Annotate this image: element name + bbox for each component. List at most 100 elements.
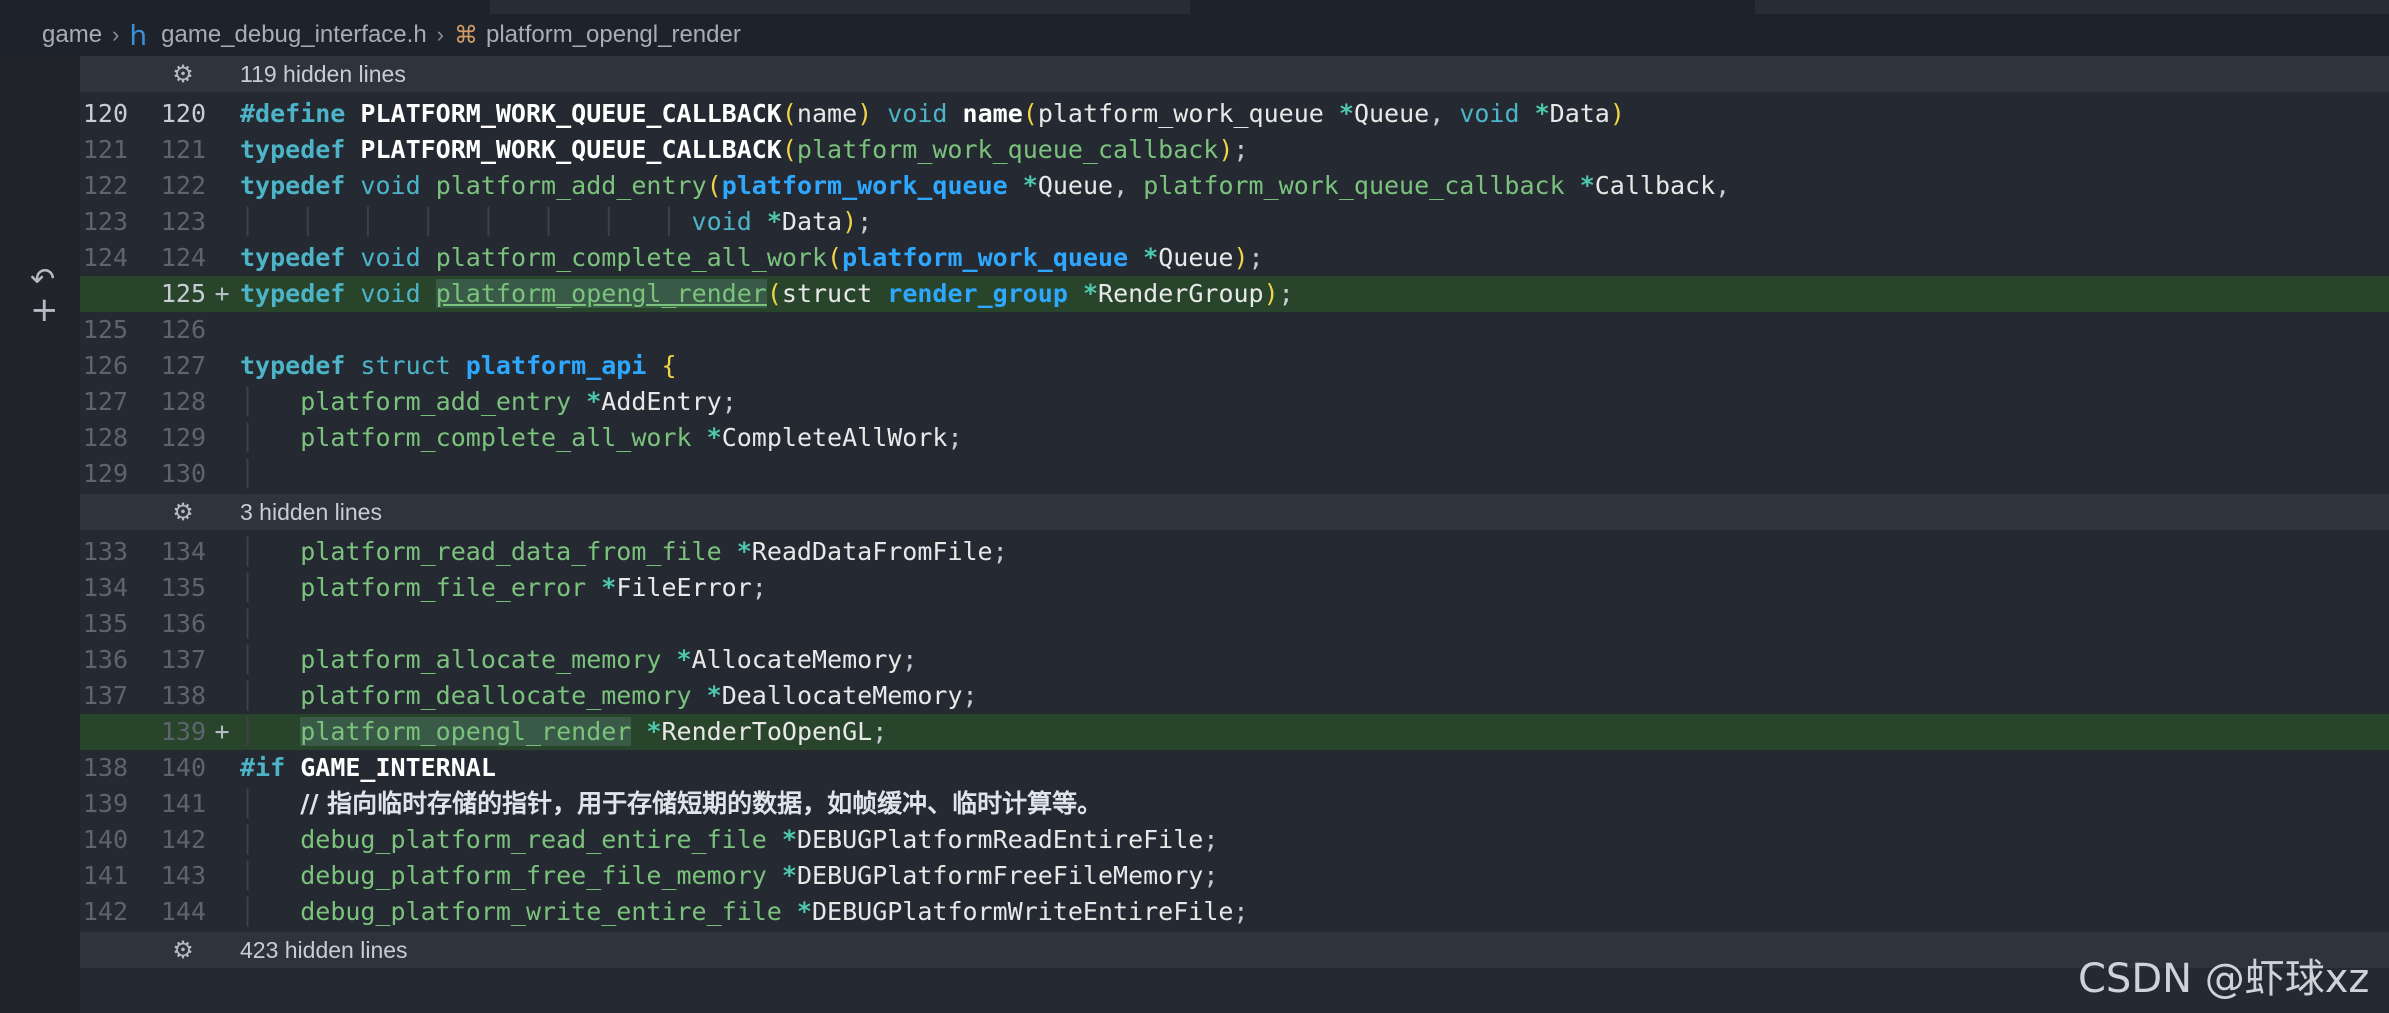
code-line[interactable]: 140 142 │ debug_platform_read_entire_fil…: [80, 822, 2389, 858]
code-line[interactable]: 125 126: [80, 312, 2389, 348]
modified-line-number: 136: [160, 609, 206, 638]
code-text[interactable]: #define PLATFORM_WORK_QUEUE_CALLBACK(nam…: [240, 96, 1625, 132]
code-text[interactable]: │ │ │ │ │ │ │ │ void *Data);: [240, 204, 872, 240]
modified-line-number: 126: [160, 315, 206, 344]
code-line[interactable]: 139 141 │ // 指向临时存储的指针，用于存储短期的数据，如帧缓冲、临时…: [80, 786, 2389, 822]
code-line[interactable]: 138 140 #if GAME_INTERNAL: [80, 750, 2389, 786]
add-change-icon[interactable]: +: [30, 290, 59, 330]
original-line-number: 126: [82, 351, 128, 380]
code-line[interactable]: 124 124 typedef void platform_complete_a…: [80, 240, 2389, 276]
original-line-number: 120: [82, 99, 128, 128]
added-marker: +: [214, 717, 230, 746]
code-text[interactable]: │ platform_complete_all_work *CompleteAl…: [240, 420, 963, 456]
hidden-lines-fold[interactable]: ⚙ 3 hidden lines: [80, 494, 2389, 530]
original-line-number: [80, 714, 128, 750]
original-line-number: 135: [82, 609, 128, 638]
code-text[interactable]: │ platform_read_data_from_file *ReadData…: [240, 534, 1008, 570]
code-text[interactable]: │ debug_platform_write_entire_file *DEBU…: [240, 894, 1248, 930]
modified-line-number: 137: [160, 645, 206, 674]
breadcrumb-root[interactable]: game: [42, 21, 102, 49]
code-line[interactable]: 135 136 │: [80, 606, 2389, 642]
original-line-number: 122: [82, 171, 128, 200]
code-text[interactable]: │: [240, 606, 255, 642]
modified-line-number: 129: [160, 423, 206, 452]
original-line-number: 134: [82, 573, 128, 602]
original-line-number: 124: [82, 243, 128, 272]
breadcrumb: game › h game_debug_interface.h › ⌘ plat…: [0, 14, 2389, 56]
code-line[interactable]: 137 138 │ platform_deallocate_memory *De…: [80, 678, 2389, 714]
code-text[interactable]: │ debug_platform_free_file_memory *DEBUG…: [240, 858, 1218, 894]
symbol-method-icon: ⌘: [454, 21, 478, 49]
modified-line-number: 120: [160, 99, 206, 128]
original-line-number: 141: [82, 861, 128, 890]
code-line[interactable]: 134 135 │ platform_file_error *FileError…: [80, 570, 2389, 606]
code-line[interactable]: 126 127 typedef struct platform_api {: [80, 348, 2389, 384]
fold-expand-icon[interactable]: ⚙: [168, 494, 198, 530]
code-text[interactable]: typedef PLATFORM_WORK_QUEUE_CALLBACK(pla…: [240, 132, 1248, 168]
code-line[interactable]: 141 143 │ debug_platform_free_file_memor…: [80, 858, 2389, 894]
modified-line-number: 125: [160, 279, 206, 308]
modified-line-number: 123: [160, 207, 206, 236]
breadcrumb-file[interactable]: game_debug_interface.h: [161, 21, 427, 49]
modified-line-number: 127: [160, 351, 206, 380]
code-text[interactable]: typedef void platform_add_entry(platform…: [240, 168, 1730, 204]
modified-line-number: 135: [160, 573, 206, 602]
code-line[interactable]: 122 122 typedef void platform_add_entry(…: [80, 168, 2389, 204]
original-line-number: 133: [82, 537, 128, 566]
code-text[interactable]: │ debug_platform_read_entire_file *DEBUG…: [240, 822, 1218, 858]
code-text[interactable]: │ platform_opengl_render *RenderToOpenGL…: [240, 714, 887, 750]
code-line[interactable]: 121 121 typedef PLATFORM_WORK_QUEUE_CALL…: [80, 132, 2389, 168]
added-marker: +: [214, 279, 230, 308]
fold-expand-icon[interactable]: ⚙: [168, 932, 198, 968]
code-text[interactable]: │ platform_allocate_memory *AllocateMemo…: [240, 642, 917, 678]
breadcrumb-symbol[interactable]: platform_opengl_render: [486, 21, 741, 49]
added-code-line[interactable]: 125 + typedef void platform_opengl_rende…: [80, 276, 2389, 312]
code-text[interactable]: │: [240, 456, 255, 492]
chevron-right-icon: ›: [112, 22, 120, 47]
code-text[interactable]: #if GAME_INTERNAL: [240, 750, 496, 786]
header-file-icon: h: [129, 18, 148, 52]
chevron-right-icon: ›: [436, 22, 444, 47]
code-text[interactable]: typedef struct platform_api {: [240, 348, 677, 384]
added-code-line[interactable]: 139 + │ platform_opengl_render *RenderTo…: [80, 714, 2389, 750]
code-text[interactable]: typedef void platform_opengl_render(stru…: [240, 276, 1294, 312]
code-text[interactable]: typedef void platform_complete_all_work(…: [240, 240, 1264, 276]
code-line[interactable]: 120 120 #define PLATFORM_WORK_QUEUE_CALL…: [80, 96, 2389, 132]
original-line-number: 137: [82, 681, 128, 710]
original-line-number: 139: [82, 789, 128, 818]
hidden-lines-label: 119 hidden lines: [240, 61, 406, 87]
original-line-number: 142: [82, 897, 128, 926]
original-line-number: 127: [82, 387, 128, 416]
modified-line-number: 128: [160, 387, 206, 416]
code-text[interactable]: │ platform_deallocate_memory *Deallocate…: [240, 678, 978, 714]
code-line[interactable]: 136 137 │ platform_allocate_memory *Allo…: [80, 642, 2389, 678]
diff-editor[interactable]: ⚙ 119 hidden lines 120 120 #define PLATF…: [80, 56, 2389, 1013]
tab-segment[interactable]: [490, 0, 1190, 14]
code-line[interactable]: 129 130 │: [80, 456, 2389, 492]
code-line[interactable]: 127 128 │ platform_add_entry *AddEntry;: [80, 384, 2389, 420]
hidden-lines-label: 3 hidden lines: [240, 499, 382, 525]
original-line-number: 140: [82, 825, 128, 854]
modified-line-number: 142: [160, 825, 206, 854]
original-line-number: [80, 276, 128, 312]
original-line-number: 123: [82, 207, 128, 236]
code-text[interactable]: │ platform_add_entry *AddEntry;: [240, 384, 737, 420]
hidden-lines-fold[interactable]: ⚙ 423 hidden lines: [80, 932, 2389, 968]
code-line[interactable]: 142 144 │ debug_platform_write_entire_fi…: [80, 894, 2389, 930]
modified-line-number: 124: [160, 243, 206, 272]
original-line-number: 138: [82, 753, 128, 782]
modified-line-number: 141: [160, 789, 206, 818]
code-text[interactable]: │ platform_file_error *FileError;: [240, 570, 767, 606]
original-line-number: 129: [82, 459, 128, 488]
code-text[interactable]: │ // 指向临时存储的指针，用于存储短期的数据，如帧缓冲、临时计算等。: [240, 786, 1102, 822]
modified-line-number: 130: [160, 459, 206, 488]
hidden-lines-fold[interactable]: ⚙ 119 hidden lines: [80, 56, 2389, 92]
original-line-number: 125: [82, 315, 128, 344]
modified-line-number: 143: [160, 861, 206, 890]
code-line[interactable]: 123 123 │ │ │ │ │ │ │ │ void *Data);: [80, 204, 2389, 240]
glyph-margin: ↶ +: [0, 56, 80, 1013]
fold-expand-icon[interactable]: ⚙: [168, 56, 198, 92]
code-line[interactable]: 128 129 │ platform_complete_all_work *Co…: [80, 420, 2389, 456]
code-line[interactable]: 133 134 │ platform_read_data_from_file *…: [80, 534, 2389, 570]
tab-segment[interactable]: [1755, 0, 2389, 14]
